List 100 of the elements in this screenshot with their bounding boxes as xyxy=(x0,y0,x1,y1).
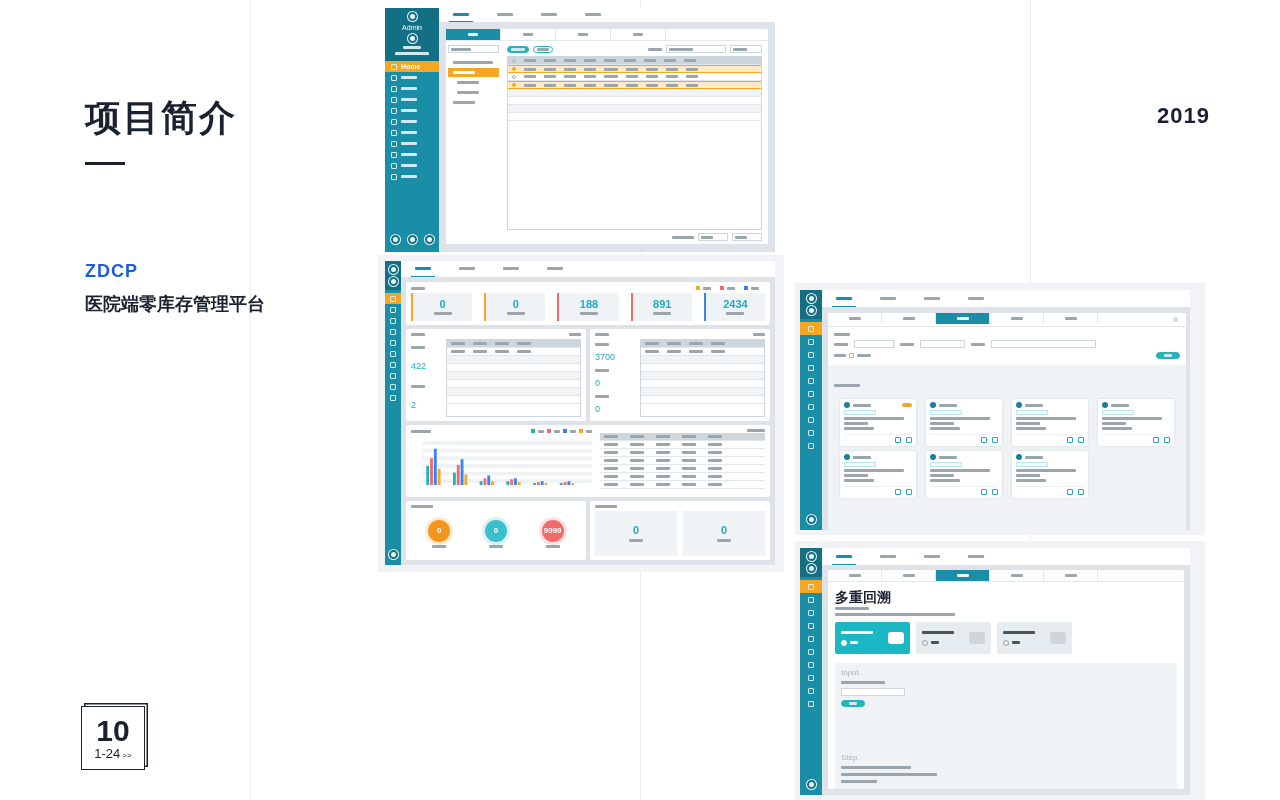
blurred-label xyxy=(682,451,697,454)
search-field[interactable] xyxy=(448,45,499,53)
blurred-label xyxy=(1016,469,1076,472)
blurred-label xyxy=(403,46,421,49)
blurred-label xyxy=(682,475,697,478)
title-dash xyxy=(85,162,125,165)
nav-item[interactable] xyxy=(800,580,822,593)
blurred-label xyxy=(554,429,561,433)
avatar-icon[interactable] xyxy=(806,552,816,561)
sub-tab[interactable] xyxy=(936,313,990,324)
blurred-label xyxy=(930,474,954,477)
input-field[interactable] xyxy=(841,688,905,696)
blurred-label xyxy=(630,483,645,486)
blurred-label xyxy=(667,342,681,345)
sub-tab[interactable] xyxy=(936,570,990,581)
report-value: 0 xyxy=(632,525,640,536)
blurred-label xyxy=(727,286,735,290)
phone-chip xyxy=(1016,410,1048,415)
project-code: ZDCP xyxy=(85,262,138,280)
blurred-label xyxy=(857,354,871,357)
blurred-label xyxy=(656,451,671,454)
page-number: 10 xyxy=(96,716,130,747)
nav-item[interactable] xyxy=(800,322,822,335)
number-icon xyxy=(930,402,936,408)
blurred-label xyxy=(1025,455,1043,459)
blurred-label xyxy=(1102,427,1132,430)
blurred-label xyxy=(853,455,871,459)
number-icon xyxy=(930,454,936,460)
blurred-label xyxy=(834,384,860,387)
blurred-label xyxy=(604,59,616,62)
blurred-label xyxy=(682,483,697,486)
blurred-label xyxy=(411,505,433,508)
blurred-label xyxy=(544,59,556,62)
count-badge: 0 xyxy=(485,519,507,542)
blurred-label xyxy=(656,467,671,470)
table-row[interactable] xyxy=(508,65,761,73)
search-field[interactable] xyxy=(666,45,726,53)
blurred-label xyxy=(656,483,671,486)
blurred-label xyxy=(841,766,911,769)
option-card[interactable] xyxy=(997,622,1072,654)
blurred-label xyxy=(753,333,765,336)
blurred-label xyxy=(834,333,850,336)
blurred-label xyxy=(630,459,645,462)
nav-item[interactable] xyxy=(385,293,401,304)
stat-value: 2434 xyxy=(723,299,748,310)
blurred-label xyxy=(604,467,619,470)
blurred-label xyxy=(711,342,725,345)
input-field[interactable] xyxy=(854,340,894,348)
blurred-label xyxy=(682,435,697,438)
page-input[interactable] xyxy=(732,233,762,241)
search-button[interactable] xyxy=(1156,352,1180,359)
blurred-label xyxy=(900,342,914,346)
blurred-label xyxy=(844,417,904,420)
page-select[interactable] xyxy=(698,233,728,241)
blurred-label xyxy=(844,469,904,472)
option-card[interactable] xyxy=(916,622,991,654)
blurred-label xyxy=(844,474,868,477)
checkbox[interactable] xyxy=(849,353,854,358)
blurred-label xyxy=(569,333,581,336)
blurred-label xyxy=(645,342,659,345)
blurred-label xyxy=(564,59,576,62)
blurred-label xyxy=(411,333,425,336)
avatar-icon[interactable] xyxy=(388,265,398,274)
blurred-label xyxy=(667,350,681,353)
page-range: 1-24 xyxy=(94,746,121,762)
blurred-label xyxy=(586,429,593,433)
section-heading: 多重回溯 xyxy=(835,590,892,604)
blurred-label xyxy=(1016,479,1046,482)
blurred-label xyxy=(411,286,425,290)
blurred-label xyxy=(595,394,609,398)
number-icon xyxy=(1016,454,1022,460)
blurred-label xyxy=(708,451,723,454)
search-button[interactable] xyxy=(841,700,865,707)
blurred-label xyxy=(682,467,697,470)
tree-item[interactable] xyxy=(448,68,499,77)
blurred-label xyxy=(411,384,425,388)
input-field[interactable] xyxy=(920,340,965,348)
blurred-label xyxy=(930,422,954,425)
blurred-label xyxy=(939,455,957,459)
count-badge: 0 xyxy=(428,519,451,542)
blurred-label xyxy=(711,350,725,353)
blurred-label xyxy=(1025,403,1043,407)
blurred-label xyxy=(644,59,656,62)
next-arrow[interactable]: >> xyxy=(122,751,132,761)
page-title: 项目简介 xyxy=(85,100,237,136)
input-field[interactable] xyxy=(991,340,1096,348)
target-icon[interactable] xyxy=(407,235,417,244)
add-button[interactable] xyxy=(507,45,529,53)
blurred-label xyxy=(653,312,672,315)
blurred-label xyxy=(930,479,960,482)
blurred-label xyxy=(517,350,531,353)
blurred-label xyxy=(971,342,985,346)
blurred-label xyxy=(1016,417,1076,420)
blurred-label xyxy=(595,342,609,346)
blurred-label xyxy=(595,368,609,372)
sub-tab[interactable] xyxy=(446,29,501,40)
blurred-label xyxy=(451,350,465,353)
filter-select[interactable] xyxy=(730,45,762,53)
blurred-label xyxy=(580,312,598,315)
avatar-icon[interactable] xyxy=(806,294,816,303)
